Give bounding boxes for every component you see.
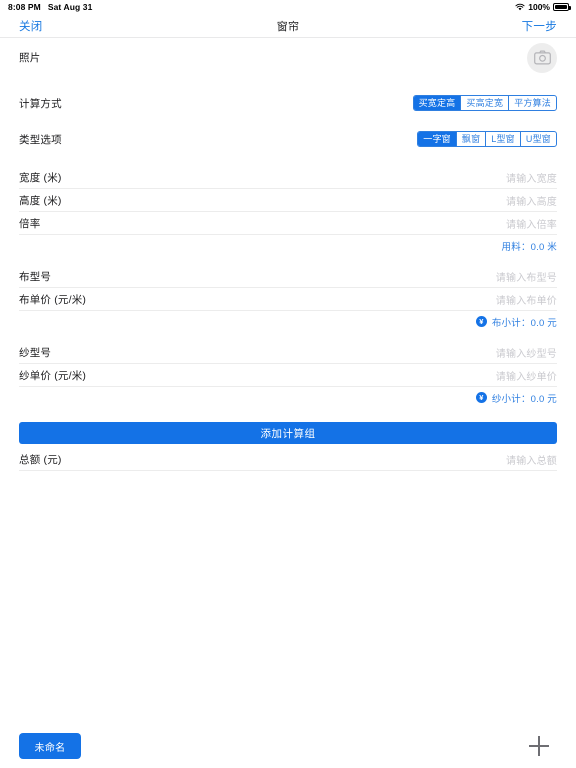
status-bar: 8:08 PM Sat Aug 31 100% [0,0,576,14]
wifi-icon [515,3,525,11]
row-ratio[interactable]: 倍率 请输入倍率 [19,212,557,235]
next-step-button[interactable]: 下一步 [522,18,557,34]
calc-method-segmented-control[interactable]: 买宽定高 买高定宽 平方算法 [412,95,557,111]
yen-icon: ¥ [475,392,487,403]
cloth-subtotal-text: 布小计：0.0 元 [491,317,557,329]
row-yarn-model[interactable]: 纱型号 请输入纱型号 [19,341,557,364]
cloth-model-label: 布型号 [19,270,52,283]
add-group-button-wrap: 添加计算组 [0,422,576,444]
row-yarn-price[interactable]: 纱单价 (元/米) 请输入纱单价 [19,364,557,387]
battery-percent: 100% [528,2,550,12]
type-option-0[interactable]: 一字窗 [418,132,457,146]
type-option-2[interactable]: L型窗 [486,132,521,146]
row-type-option: 类型选项 一字窗 飘窗 L型窗 U型窗 [19,121,557,157]
row-height[interactable]: 高度 (米) 请输入高度 [19,189,557,212]
row-yarn-subtotal: ¥ 纱小计：0.0 元 [19,387,557,408]
camera-icon[interactable] [527,42,557,73]
cloth-price-input[interactable]: 请输入布单价 [496,292,557,307]
cloth-price-label: 布单价 (元/米) [19,293,87,306]
row-total[interactable]: 总额 (元) 请输入总额 [19,448,557,471]
cloth-model-input[interactable]: 请输入布型号 [496,269,557,284]
status-date: Sat Aug 31 [47,2,93,12]
status-bar-right: 100% [515,2,571,12]
form-content: 照片 计算方式 买宽定高 买高定宽 平方算法 类型选项 一字窗 飘窗 L型窗 U… [0,39,576,471]
width-input[interactable]: 请输入宽度 [506,170,557,185]
yarn-model-label: 纱型号 [19,346,52,359]
type-option-1[interactable]: 飘窗 [457,132,487,146]
yarn-subtotal-text: 纱小计：0.0 元 [491,393,557,405]
plus-icon[interactable] [529,736,549,756]
app-screen: 8:08 PM Sat Aug 31 100% 关闭 窗帘 下一步 照片 计算方… [0,0,576,768]
type-option-label: 类型选项 [19,133,62,146]
tab-unnamed[interactable]: 未命名 [19,733,81,759]
ratio-input[interactable]: 请输入倍率 [506,216,557,231]
row-cloth-subtotal: ¥ 布小计：0.0 元 [19,311,557,332]
type-option-3[interactable]: U型窗 [521,132,556,146]
calc-method-label: 计算方式 [19,97,62,110]
row-width[interactable]: 宽度 (米) 请输入宽度 [19,166,557,189]
ratio-label: 倍率 [19,217,41,230]
height-input[interactable]: 请输入高度 [506,193,557,208]
height-label: 高度 (米) [19,194,62,207]
yen-icon: ¥ [475,316,487,327]
yarn-price-input[interactable]: 请输入纱单价 [496,368,557,383]
photo-label: 照片 [19,52,41,64]
yarn-price-label: 纱单价 (元/米) [19,369,87,382]
add-calc-group-button[interactable]: 添加计算组 [19,422,557,444]
calc-method-option-0[interactable]: 买宽定高 [413,96,462,110]
yarn-model-input[interactable]: 请输入纱型号 [496,345,557,360]
row-cloth-price[interactable]: 布单价 (元/米) 请输入布单价 [19,288,557,311]
row-cloth-model[interactable]: 布型号 请输入布型号 [19,265,557,288]
status-bar-left: 8:08 PM Sat Aug 31 [8,2,92,12]
type-option-segmented-control[interactable]: 一字窗 飘窗 L型窗 U型窗 [417,131,557,147]
material-summary-text: 用料：0.0 米 [501,241,557,253]
battery-full-icon [553,3,571,11]
calc-method-option-1[interactable]: 买高定宽 [461,96,510,110]
row-material-summary: 用料：0.0 米 [19,235,557,256]
width-label: 宽度 (米) [19,171,62,184]
navigation-bar: 关闭 窗帘 下一步 [0,14,576,38]
bottom-tab-bar: 未命名 [0,724,576,768]
status-time: 8:08 PM [8,2,41,12]
total-label: 总额 (元) [19,453,62,466]
row-photo: 照片 [19,39,557,76]
total-input[interactable]: 请输入总额 [506,452,557,467]
page-title: 窗帘 [276,20,300,33]
calc-method-option-2[interactable]: 平方算法 [509,96,556,110]
row-calc-method: 计算方式 买宽定高 买高定宽 平方算法 [19,85,557,121]
